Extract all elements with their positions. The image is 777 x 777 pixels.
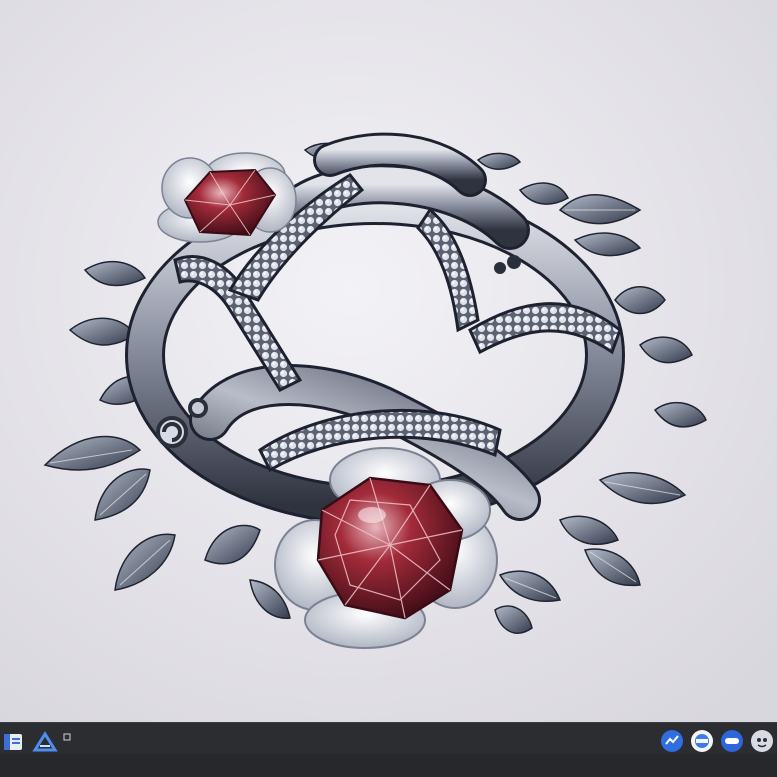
file-explorer-icon[interactable] <box>0 729 26 755</box>
taskbar <box>0 722 777 777</box>
chart-app-icon[interactable] <box>659 728 685 754</box>
small-flower-gem <box>157 152 297 243</box>
brooch-illustration <box>0 0 777 722</box>
artwork-canvas <box>0 0 777 722</box>
taskbar-left-group <box>0 729 72 755</box>
taskbar-bottom-strip <box>0 754 777 777</box>
face-app-icon[interactable] <box>749 728 775 754</box>
taskbar-right-group <box>659 727 775 755</box>
circle-app-icon[interactable] <box>689 728 715 754</box>
small-square-icon[interactable] <box>62 732 72 742</box>
pill-app-icon[interactable] <box>719 728 745 754</box>
app-a-icon[interactable] <box>32 729 58 755</box>
